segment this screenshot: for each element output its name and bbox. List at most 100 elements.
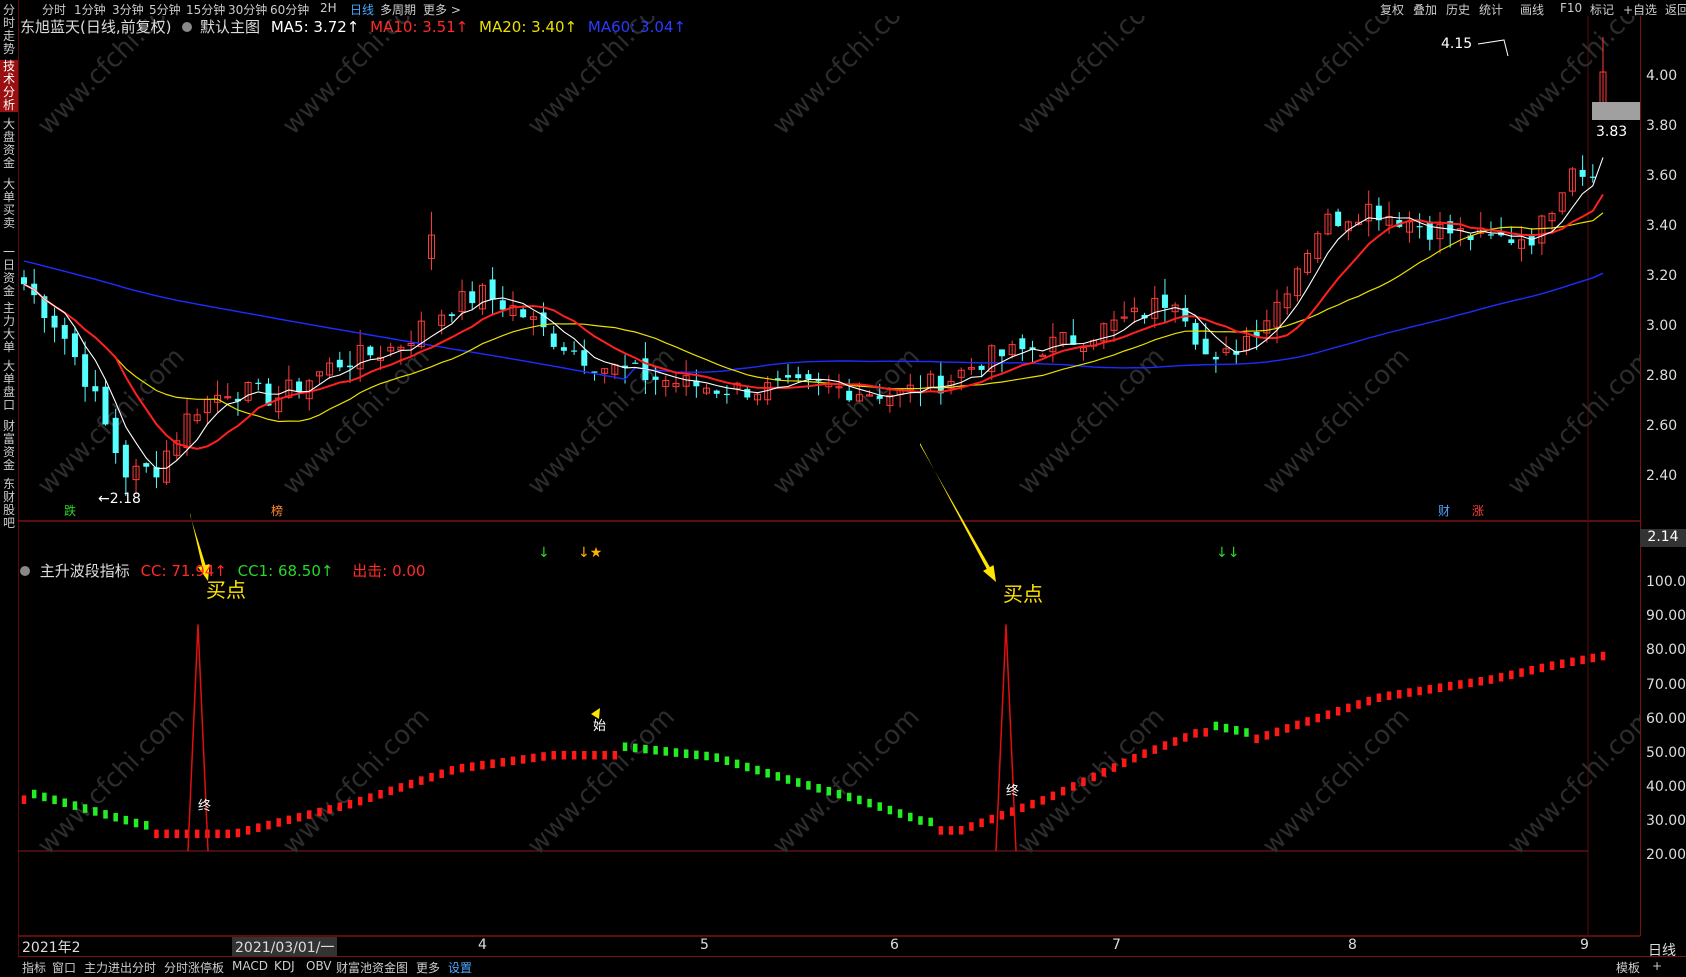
signal-arrow: ↓	[538, 545, 550, 561]
cc-label: CC: 71.94↑	[140, 562, 227, 580]
bottom-tab-zhuli[interactable]: 主力进出分时	[84, 959, 156, 976]
date-tick: 8	[1348, 937, 1357, 953]
left-tab-bar: 分时走势 技术分析 大盘资金 大单买卖 一日资金 主力大单 大单盘口 财富资金 …	[0, 0, 19, 976]
price-tick: 2.60	[1646, 418, 1678, 434]
die-marker: 跌	[64, 503, 76, 518]
candle-body-down	[876, 395, 883, 399]
cc1-label: CC1: 68.50↑	[237, 562, 334, 580]
left-tab-guba[interactable]: 东财股吧	[0, 478, 18, 530]
ma60-label: MA60: 3.04↑	[587, 18, 687, 36]
left-tab-zhuli[interactable]: 主力大单	[0, 302, 18, 354]
candle-body-down	[1192, 323, 1199, 345]
price-tick: 4.00	[1646, 68, 1678, 84]
price-tick: 2.40	[1646, 468, 1678, 484]
candle-body-down	[296, 381, 303, 393]
template-name[interactable]: 默认主图	[200, 18, 260, 36]
candle-body-down	[805, 374, 812, 380]
signal-arrow-double: ↓↓	[1216, 545, 1239, 561]
left-tab-fenshi[interactable]: 分时走势	[0, 4, 18, 56]
candle-body-down	[71, 333, 78, 358]
high-price-leader	[1477, 39, 1509, 57]
candle-body-down	[102, 386, 109, 425]
low-price-label: ←2.18	[98, 491, 141, 507]
left-tab-caifu[interactable]: 财富资金	[0, 420, 18, 472]
price-highlight-box	[1592, 102, 1640, 120]
candle-body-down	[1335, 211, 1342, 227]
candle-body-down	[51, 315, 58, 328]
zhang-marker: 涨	[1472, 503, 1484, 518]
left-tab-dadan[interactable]: 大单买卖	[0, 178, 18, 230]
candle-body-down	[1161, 294, 1168, 308]
stock-title: 东旭蓝天(日线,前复权)	[20, 18, 172, 36]
chart-markers: 4.15←2.18跌榜财涨↓ ↓★ ↓↓买点 买点终终始	[64, 36, 1509, 814]
date-tick: 5	[700, 937, 709, 953]
indicator-name[interactable]: 主升波段指标	[40, 562, 130, 580]
candle-body-down	[336, 359, 343, 368]
candle-body-down	[82, 354, 89, 387]
candle-body-down	[255, 382, 262, 384]
candle-body-down	[815, 380, 822, 382]
watermark-text: www.cfchi.com	[522, 342, 681, 501]
main-chart-header: 东旭蓝天(日线,前复权) 默认主图 MA5: 3.72↑ MA10: 3.51↑…	[20, 16, 686, 37]
ma60-line	[23, 260, 1604, 380]
watermark-text: www.cfchi.com	[1012, 702, 1171, 861]
watermark-text: www.cfchi.com	[1502, 16, 1640, 141]
price-tick: 2.80	[1646, 368, 1678, 384]
bottom-tab-caifuchi[interactable]: 财富池资金图	[336, 959, 408, 976]
candle-body-down	[61, 325, 68, 339]
left-tab-jishu[interactable]: 技术分析	[0, 60, 18, 112]
candle-body-up	[1039, 354, 1047, 357]
bottom-add-button[interactable]: +	[1652, 959, 1662, 973]
left-tab-yiri[interactable]: 一日资金	[0, 246, 18, 298]
bottom-tab-kdj[interactable]: KDJ	[274, 959, 295, 973]
bottom-tab-chuangkou[interactable]: 窗口	[52, 959, 76, 976]
indicator-toggle-icon[interactable]	[20, 566, 30, 576]
kline-chart[interactable]: www.cfchi.com www.cfchi.com www.cfchi.com w…	[18, 16, 1640, 956]
indicator-tick: 50.00	[1646, 745, 1686, 761]
candle-body-down	[723, 393, 730, 396]
candle-body-down	[499, 300, 506, 310]
candle-body-down	[1019, 338, 1026, 350]
watermark-text: www.cfchi.com	[767, 16, 926, 141]
bottom-tab-zhibiao[interactable]: 指标	[22, 959, 46, 976]
date-tick: 6	[890, 937, 899, 953]
indicator-tick: 20.00	[1646, 847, 1686, 863]
bottom-tab-macd[interactable]: MACD	[232, 959, 268, 973]
bottom-template-button[interactable]: 模板	[1616, 959, 1640, 976]
watermark-text: www.cfchi.com	[1502, 342, 1640, 501]
candle-body-down	[367, 346, 374, 356]
date-tick: 2021年2	[22, 940, 81, 956]
current-price-badge: 2.14	[1640, 529, 1686, 547]
candle-body-down	[713, 390, 720, 394]
candle-body-down	[1487, 234, 1494, 236]
candle-body-down	[1416, 226, 1423, 228]
period-tab-2h[interactable]: 2H	[320, 1, 337, 15]
date-tick: 9	[1580, 937, 1589, 953]
ma10-label: MA10: 3.51↑	[370, 18, 469, 36]
watermark-text: www.cfchi.com	[767, 702, 926, 861]
bottom-tab-zhangting[interactable]: 分时涨停板	[164, 959, 224, 976]
candle-body-down	[785, 375, 792, 378]
signal-spike	[995, 624, 1017, 852]
candle-body-down	[143, 463, 150, 467]
watermark-text: www.cfchi.com	[1257, 16, 1416, 141]
bottom-tab-settings[interactable]: 设置	[448, 959, 472, 976]
start-triangle	[591, 708, 600, 719]
bottom-tab-more[interactable]: 更多	[416, 959, 440, 976]
bottom-tab-obv[interactable]: OBV	[306, 959, 332, 973]
candle-body-down	[744, 389, 751, 398]
candle-body-down	[846, 390, 853, 401]
date-axis: 2021年2 2021/03/01/一 4 5 6 7 8 9	[18, 937, 1640, 957]
price-level-label: 3.83	[1596, 124, 1628, 140]
buy-point-label: 买点	[206, 578, 246, 602]
candle-body-down	[1589, 176, 1596, 178]
candle-body-down	[632, 362, 639, 364]
left-tab-dapan[interactable]: 大盘资金	[0, 118, 18, 170]
toolbar-f10[interactable]: F10	[1560, 1, 1582, 15]
indicator-tick: 80.00	[1646, 642, 1686, 658]
candle-body-down	[795, 374, 802, 379]
left-tab-pankou[interactable]: 大单盘口	[0, 360, 18, 412]
template-icon[interactable]	[182, 22, 193, 32]
candle-body-down	[92, 386, 99, 392]
ma20-label: MA20: 3.40↑	[479, 18, 578, 36]
